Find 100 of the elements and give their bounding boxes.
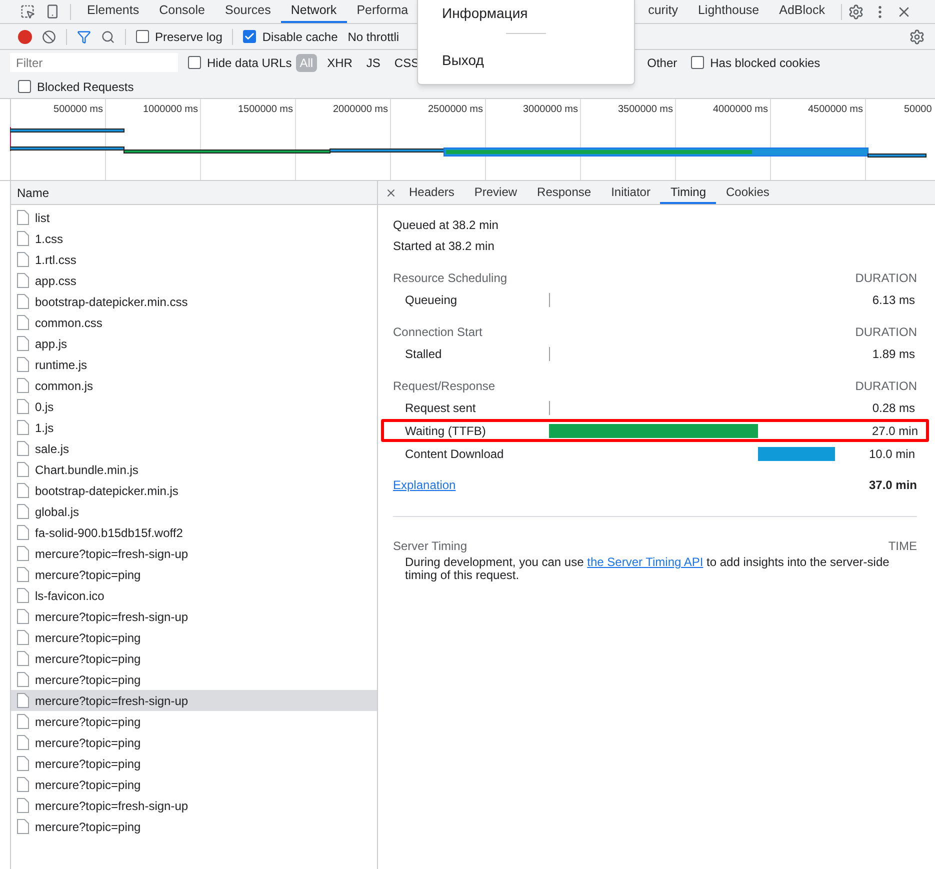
tick-label: 4000000 ms [712, 103, 768, 117]
filter-icon[interactable] [77, 30, 91, 44]
settings-icon[interactable] [848, 4, 864, 20]
request-row[interactable]: bootstrap-datepicker.min.js [11, 480, 377, 501]
request-row[interactable]: 1.js [11, 417, 377, 438]
phase-duration: 27.0 min [870, 422, 918, 440]
request-row[interactable]: mercure?topic=fresh-sign-up [11, 606, 377, 627]
detail-tab[interactable]: Preview [464, 181, 528, 204]
file-icon [17, 483, 29, 498]
checkbox[interactable] [243, 30, 256, 43]
panel-tab[interactable]: Lighthouse [688, 0, 770, 23]
panel-tab[interactable]: Console [149, 0, 215, 23]
column-header: DURATION [855, 270, 917, 286]
request-name: 1.rtl.css [35, 252, 76, 268]
request-name: global.js [35, 504, 80, 520]
type-filter[interactable]: JS [362, 54, 384, 72]
request-name: common.js [35, 378, 94, 394]
checkbox[interactable] [188, 56, 201, 69]
panel-tab[interactable]: Sources [214, 0, 281, 23]
detail-tab[interactable]: Timing [660, 181, 716, 204]
file-icon [17, 672, 29, 687]
request-row[interactable]: fa-solid-900.b15db15f.woff2 [11, 522, 377, 543]
detail-tab[interactable]: Initiator [601, 181, 660, 204]
phase-label: Request sent [405, 400, 477, 416]
phase-label: Content Download [405, 446, 505, 462]
file-icon [17, 357, 29, 372]
request-row[interactable]: mercure?topic=fresh-sign-up [11, 543, 377, 564]
file-icon [17, 399, 29, 414]
request-row[interactable]: mercure?topic=ping [11, 648, 377, 669]
request-row[interactable]: mercure?topic=fresh-sign-up [11, 690, 377, 711]
detail-tab[interactable]: Cookies [716, 181, 780, 204]
clear-icon[interactable] [42, 30, 56, 44]
file-icon [17, 819, 29, 834]
device-icon[interactable] [45, 4, 60, 19]
type-filter[interactable]: XHR [323, 54, 356, 72]
tick-label: 50000 [904, 103, 932, 117]
checkbox-label: Blocked Requests [37, 78, 134, 96]
request-row[interactable]: common.css [11, 312, 377, 333]
request-row[interactable]: sale.js [11, 438, 377, 459]
checkbox-label: Disable cache [262, 28, 338, 46]
checkbox[interactable] [18, 80, 31, 93]
section-title: Resource Scheduling [393, 270, 508, 286]
settings-icon[interactable] [909, 28, 925, 44]
request-row[interactable]: app.css [11, 270, 377, 291]
request-row[interactable]: mercure?topic=ping [11, 732, 377, 753]
panel-tab[interactable]: Elements [77, 0, 150, 23]
phase-duration: 0.28 ms [871, 400, 915, 416]
request-row[interactable]: mercure?topic=ping [11, 711, 377, 732]
request-row[interactable]: Chart.bundle.min.js [11, 459, 377, 480]
request-name: 1.css [35, 230, 64, 248]
request-row[interactable]: mercure?topic=fresh-sign-up [11, 795, 377, 816]
file-icon [17, 714, 29, 729]
server-timing-link[interactable]: the Server Timing API [587, 555, 704, 569]
request-row[interactable]: mercure?topic=ping [11, 564, 377, 585]
detail-tab[interactable]: Response [527, 181, 602, 204]
explanation-link[interactable]: Explanation [393, 476, 456, 494]
request-row[interactable]: bootstrap-datepicker.min.css [11, 291, 377, 312]
request-row[interactable]: common.js [11, 375, 377, 396]
request-row[interactable]: 1.css [11, 228, 377, 249]
file-icon [17, 630, 29, 645]
checkbox[interactable] [136, 30, 149, 43]
search-icon[interactable] [101, 30, 115, 44]
type-filter[interactable]: Other [643, 54, 682, 72]
request-row[interactable]: 0.js [11, 396, 377, 417]
detail-tab[interactable]: Headers [399, 181, 464, 204]
menu-item[interactable]: Информация [442, 3, 634, 25]
request-row[interactable]: mercure?topic=ping [11, 627, 377, 648]
panel-tab[interactable]: AdBlock [769, 0, 835, 23]
menu-item[interactable]: Выход [442, 50, 634, 71]
request-row[interactable]: mercure?topic=ping [11, 816, 377, 837]
request-row[interactable]: list [11, 207, 377, 228]
request-row[interactable]: mercure?topic=ping [11, 753, 377, 774]
request-name: mercure?topic=fresh-sign-up [35, 798, 188, 814]
request-row[interactable]: mercure?topic=ping [11, 774, 377, 795]
file-icon [17, 420, 29, 435]
request-name: mercure?topic=ping [35, 756, 141, 772]
request-row[interactable]: ls-favicon.ico [11, 585, 377, 606]
checkbox-label: Has blocked cookies [710, 54, 820, 72]
checkbox[interactable] [691, 56, 704, 69]
request-name: mercure?topic=ping [35, 818, 141, 836]
record-button[interactable] [18, 30, 32, 44]
panel-tab[interactable]: curity [638, 0, 688, 23]
started-text: Started at 38.2 min [393, 238, 496, 255]
request-row[interactable]: app.js [11, 333, 377, 354]
request-name: app.css [35, 272, 76, 290]
request-name: app.js [35, 336, 68, 352]
file-icon [17, 294, 29, 309]
request-name: runtime.js [35, 356, 88, 374]
tick-label: 500000 ms [54, 103, 103, 117]
checkbox-label: Preserve log [155, 28, 222, 46]
request-row[interactable]: 1.rtl.css [11, 249, 377, 270]
request-row[interactable]: runtime.js [11, 354, 377, 375]
inspect-icon[interactable] [20, 4, 35, 19]
filter-field[interactable]: Filter [10, 53, 178, 72]
file-icon [17, 756, 29, 771]
panel-tab[interactable]: Performa [346, 0, 418, 23]
request-row[interactable]: mercure?topic=ping [11, 669, 377, 690]
request-row[interactable]: global.js [11, 501, 377, 522]
throttling-dropdown[interactable]: No throttli [348, 28, 400, 46]
close-icon[interactable] [385, 186, 397, 198]
